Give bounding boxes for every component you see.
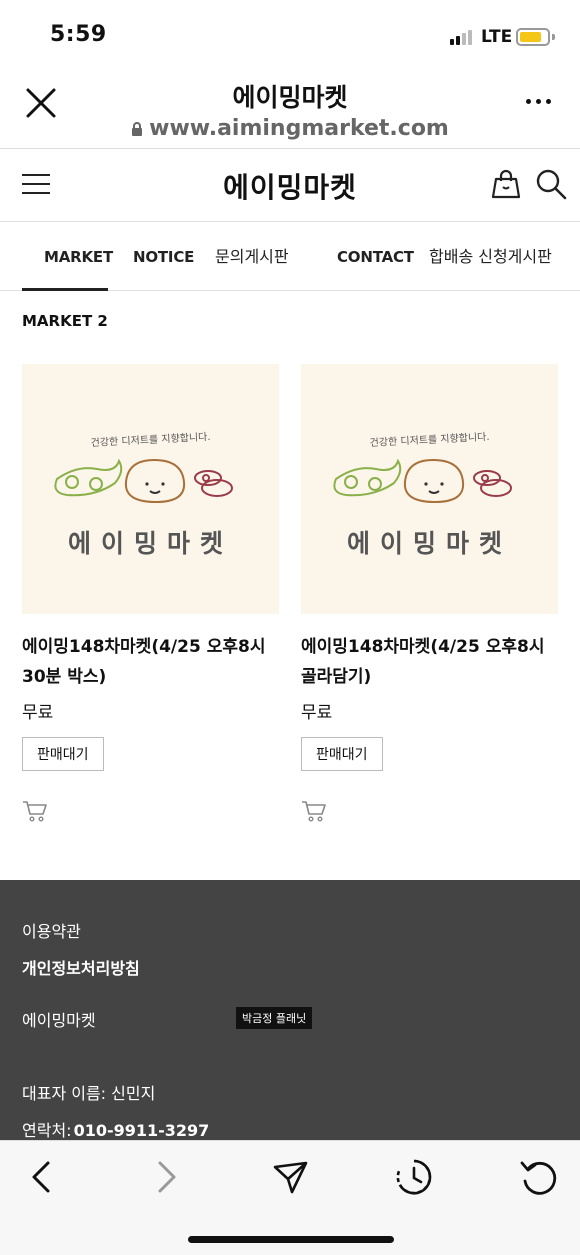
category-nav: MARKET NOTICE 문의게시판 CONTACT 합배송 신청게시판 xyxy=(0,223,580,291)
product-card[interactable]: 건강한 디저트를 지향합니다. 에이밍마켓 에이밍148차마켓(4/25 오후8… xyxy=(301,364,558,823)
tab-notice[interactable]: NOTICE xyxy=(133,223,194,291)
status-time: 5:59 xyxy=(50,22,107,47)
battery-tip xyxy=(552,34,555,40)
ceo-name: 대표자 이름: 신민지 xyxy=(22,1084,156,1103)
signal-icon xyxy=(450,29,474,45)
battery-fill xyxy=(520,32,541,42)
site-footer: 이용약관 개인정보처리방침 에이밍마켓 박금정 플래닛 대표자 이름: 신민지 … xyxy=(0,880,580,1140)
product-title-line2: 30분 박스) xyxy=(22,667,107,687)
close-icon[interactable] xyxy=(22,84,60,122)
product-image[interactable]: 건강한 디저트를 지향합니다. 에이밍마켓 xyxy=(22,364,279,614)
history-icon[interactable] xyxy=(394,1157,434,1197)
dessert-illustration xyxy=(54,458,233,504)
network-label: LTE xyxy=(481,27,513,47)
dessert-illustration xyxy=(333,458,512,504)
terms-link[interactable]: 이용약관 xyxy=(22,918,81,942)
contact-phone[interactable]: 010-9911-3297 xyxy=(74,1121,210,1140)
browser-url[interactable]: www.aimingmarket.com xyxy=(0,116,580,141)
home-indicator xyxy=(188,1236,394,1243)
share-icon[interactable] xyxy=(270,1157,310,1197)
reload-icon[interactable] xyxy=(518,1157,558,1197)
browser-title: 에이밍마켓 xyxy=(232,83,348,112)
company-name: 에이밍마켓 xyxy=(22,1011,96,1030)
contact-label: 연락처: xyxy=(22,1121,72,1140)
footer-chip: 박금정 플래닛 xyxy=(236,1007,313,1029)
product-image[interactable]: 건강한 디저트를 지향합니다. 에이밍마켓 xyxy=(301,364,558,614)
image-brand: 에이밍마켓 xyxy=(67,529,233,558)
search-icon[interactable] xyxy=(534,167,568,201)
lock-icon xyxy=(132,122,143,136)
image-brand: 에이밍마켓 xyxy=(346,529,512,558)
tab-market[interactable]: MARKET xyxy=(22,223,113,291)
status-badge: 판매대기 xyxy=(301,737,383,771)
browser-header: 에이밍마켓 www.aimingmarket.com xyxy=(0,72,580,149)
product-price: 무료 xyxy=(22,703,54,723)
privacy-policy-link[interactable]: 개인정보처리방침 xyxy=(22,955,140,979)
product-card[interactable]: 건강한 디저트를 지향합니다. 에이밍마켓 에이밍148차마켓(4/25 오후8… xyxy=(22,364,279,823)
product-title[interactable]: 에이밍148차마켓(4/25 오후8시 골라담기) xyxy=(301,632,558,692)
battery-icon xyxy=(516,28,550,46)
browser-toolbar xyxy=(0,1140,580,1255)
product-title-line1: 에이밍148차마켓(4/25 오후8시 xyxy=(22,637,266,657)
back-icon[interactable] xyxy=(22,1157,62,1197)
section-title: MARKET 2 xyxy=(22,312,108,330)
contact-info: 연락처: 010-9911-3297 xyxy=(22,1117,209,1141)
site-header: 에이밍마켓 xyxy=(0,150,580,222)
product-title-line2: 골라담기) xyxy=(301,667,372,687)
status-bar: 5:59 LTE xyxy=(0,0,580,72)
product-title[interactable]: 에이밍148차마켓(4/25 오후8시 30분 박스) xyxy=(22,632,279,692)
status-badge: 판매대기 xyxy=(22,737,104,771)
product-price: 무료 xyxy=(301,703,333,723)
shopping-bag-icon[interactable] xyxy=(489,167,523,201)
forward-icon[interactable] xyxy=(146,1157,186,1197)
more-icon[interactable] xyxy=(524,96,554,106)
cart-icon[interactable] xyxy=(301,799,327,823)
url-text: www.aimingmarket.com xyxy=(149,116,449,141)
tab-contact[interactable]: CONTACT xyxy=(337,223,414,291)
tab-combined-shipping-board[interactable]: 합배송 신청게시판 xyxy=(429,223,552,291)
product-title-line1: 에이밍148차마켓(4/25 오후8시 xyxy=(301,637,545,657)
cart-icon[interactable] xyxy=(22,799,48,823)
tab-inquiry-board[interactable]: 문의게시판 xyxy=(215,223,289,291)
